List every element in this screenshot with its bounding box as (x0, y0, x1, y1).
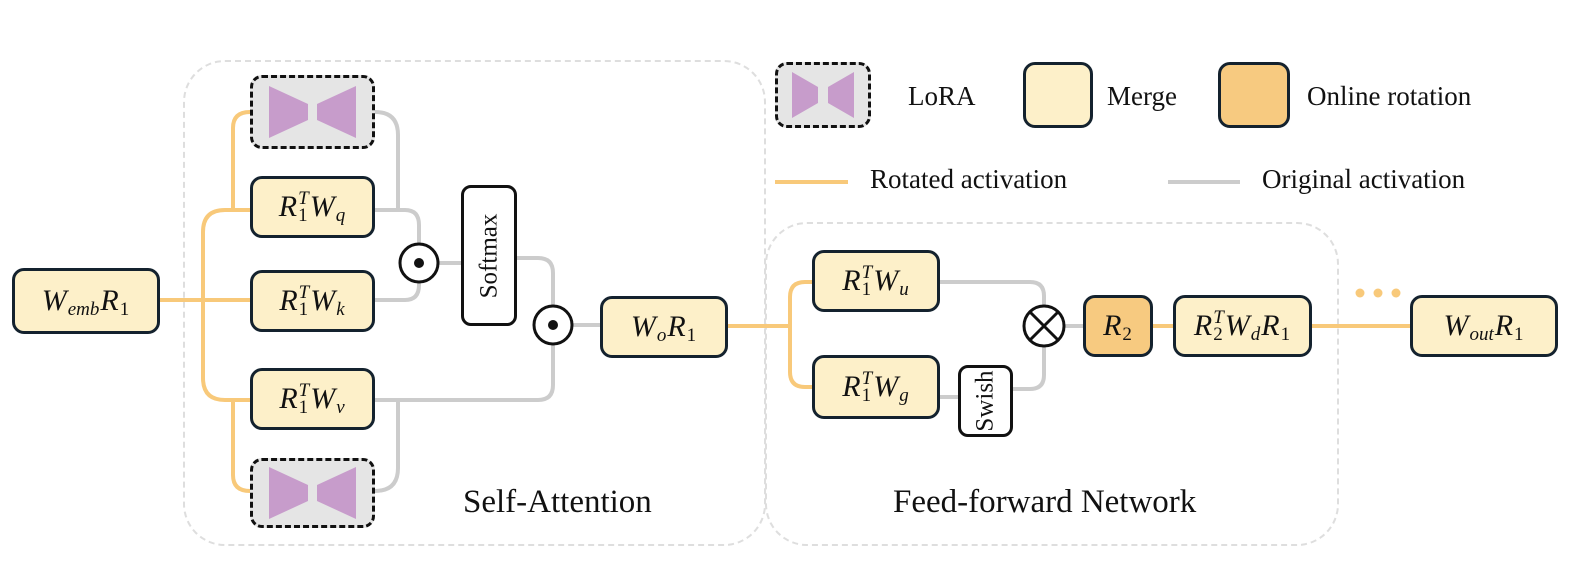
math-token: RT1 (278, 188, 309, 226)
math-token: R1 (1494, 309, 1524, 345)
swish-op: Swish (958, 365, 1013, 437)
legend-merge-swatch (1023, 62, 1093, 128)
diagram: Self-Attention Feed-forward Network W em… (0, 0, 1596, 580)
legend-lora-label: LoRA (908, 81, 976, 111)
wire-fork-qkv (201, 208, 250, 402)
math-token: Wv (310, 382, 345, 418)
math-token: R2 (1103, 309, 1132, 345)
math-token: RT1 (279, 282, 310, 320)
node-o: WoR1 (600, 296, 728, 358)
legend-online-rotation-swatch (1218, 62, 1290, 128)
node-g: RT1Wg (812, 355, 940, 419)
lora-top (250, 75, 375, 149)
lora-bottom (250, 458, 375, 528)
math-token: R1 (667, 310, 697, 346)
legend-online-rotation-label: Online rotation (1307, 81, 1472, 111)
math-token: RT2 (1193, 307, 1224, 345)
node-out: Wout R 1 (1410, 295, 1558, 357)
legend-original-activation-label: Original activation (1262, 164, 1466, 194)
wire-q-dot (375, 208, 421, 243)
softmax-op: Softmax (461, 185, 517, 326)
math-token: R1 (100, 284, 130, 320)
math-token: RT1 (279, 380, 310, 418)
node-r2: R2 (1083, 295, 1153, 357)
wire-lora-top-out (374, 110, 400, 210)
math-token: Wq (309, 190, 346, 226)
wire-k-dot (375, 283, 421, 302)
legend-rotated-activation-label: Rotated activation (870, 164, 1068, 194)
wire-u-mul (940, 280, 1046, 306)
wire-swish-mul (1013, 346, 1046, 391)
wire-softmax-dot (517, 256, 555, 305)
math-token: R1 (1261, 309, 1291, 345)
node-k: RT1Wk (250, 270, 375, 332)
math-token: Wu (873, 264, 909, 300)
math-token: Wk (310, 284, 345, 320)
math-token: Wg (873, 370, 909, 406)
continuation-dots (1355, 288, 1401, 298)
math-token: Wo (630, 310, 667, 346)
hadamard-op-2 (532, 304, 574, 346)
node-q: RT1Wq (250, 176, 375, 238)
math-token: Wd (1224, 309, 1261, 345)
wire-lora-top-in (231, 110, 251, 210)
wire-v-dot (375, 345, 555, 402)
node-emb: Wemb R 1 (12, 268, 160, 334)
math-token: Wemb (41, 284, 100, 320)
legend-lora-swatch (775, 62, 871, 128)
math-token: RT1 (842, 262, 873, 300)
math-token: Wout (1443, 309, 1494, 345)
lora-bottleneck-icon (792, 72, 854, 118)
node-v: RT1Wv (250, 368, 375, 430)
wire-lora-bottom-out (374, 400, 400, 493)
wire-lora-bottom-in (231, 400, 251, 493)
node-u: RT1Wu (812, 250, 940, 312)
lora-bottleneck-icon (269, 467, 356, 519)
legend-merge-label: Merge (1107, 81, 1177, 111)
hadamard-op-1 (398, 242, 440, 284)
math-token: RT1 (842, 368, 873, 406)
lora-bottleneck-icon (269, 86, 356, 138)
multiply-op (1022, 304, 1066, 348)
wire-fork-ug (788, 280, 812, 389)
node-d: RT2WdR1 (1173, 295, 1312, 357)
